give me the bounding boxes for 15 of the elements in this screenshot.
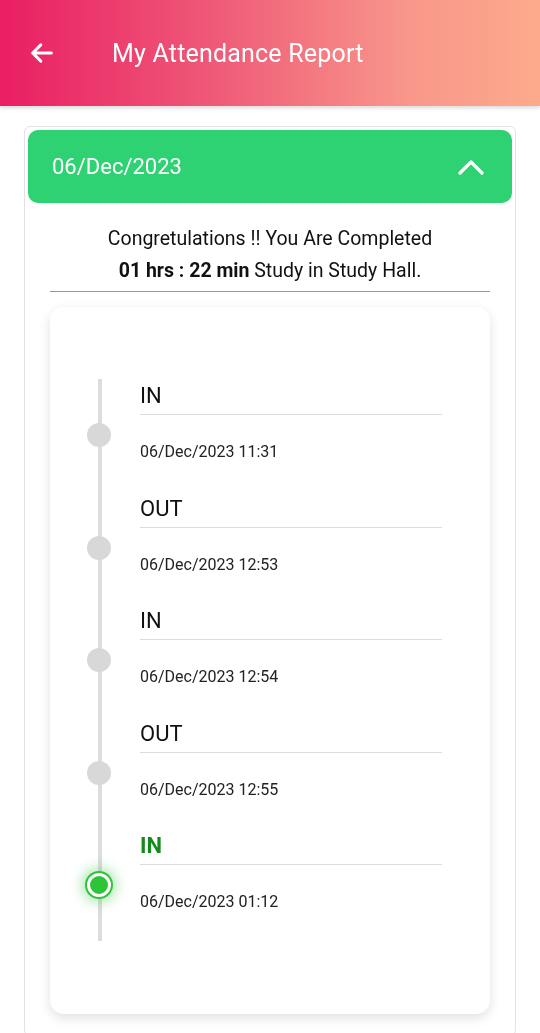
summary-text: 01 hrs : 22 min Study in Study Hall.: [117, 258, 423, 284]
chevron-up-icon: [458, 158, 484, 175]
date-accordion-header[interactable]: 06/Dec/2023: [28, 130, 512, 203]
entry-time: 06/Dec/2023 11:31: [140, 442, 280, 461]
entry-time: 06/Dec/2023 12:54: [140, 667, 280, 686]
entry-status: OUT: [140, 716, 442, 753]
page-title: My Attendance Report: [112, 38, 364, 68]
entry-time: 06/Dec/2023 12:53: [140, 554, 280, 574]
entry-status: IN: [140, 379, 442, 415]
entry-status: OUT: [140, 491, 442, 528]
summary-text: Congretulations !! You Are Completed: [106, 226, 434, 252]
entry-time: 06/Dec/2023 01:12: [140, 892, 280, 911]
entry-status: IN: [140, 604, 442, 640]
entry-time: 06/Dec/2023 12:55: [140, 779, 280, 799]
entry-status: IN: [140, 829, 442, 865]
